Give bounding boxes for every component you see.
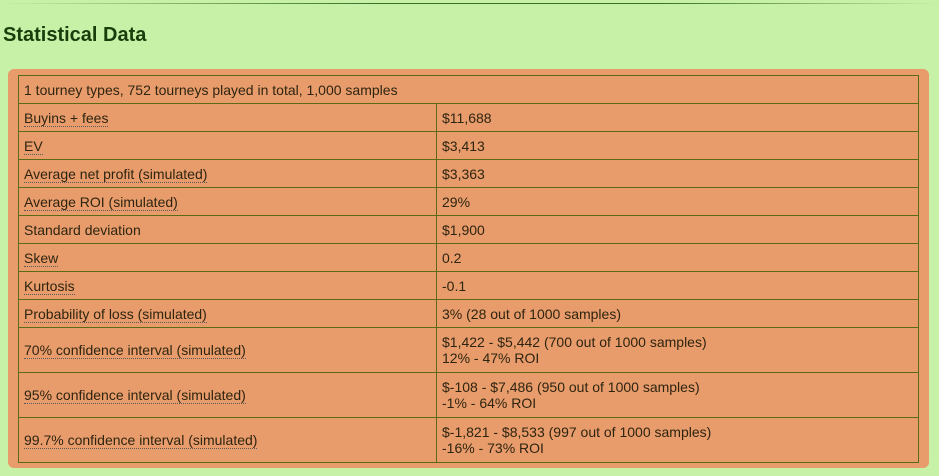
ci-70-roi: 12% - 47% ROI bbox=[442, 350, 540, 366]
table-row: Standard deviation $1,900 bbox=[18, 215, 919, 244]
row-value: $3,363 bbox=[436, 159, 919, 188]
row-label: 99.7% confidence interval (simulated) bbox=[18, 417, 437, 463]
row-value: 3% (28 out of 1000 samples) bbox=[436, 299, 919, 328]
row-value: 0.2 bbox=[436, 243, 919, 272]
row-label: Average net profit (simulated) bbox=[18, 159, 437, 188]
table-row: Probability of loss (simulated) 3% (28 o… bbox=[18, 299, 919, 328]
table-row: EV $3,413 bbox=[18, 131, 919, 160]
probability-of-loss-label: Probability of loss (simulated) bbox=[24, 305, 207, 323]
row-label: Probability of loss (simulated) bbox=[18, 299, 437, 328]
table-row: 95% confidence interval (simulated) $-10… bbox=[18, 372, 919, 418]
row-label: EV bbox=[18, 131, 437, 160]
table-row: Average net profit (simulated) $3,363 bbox=[18, 159, 919, 188]
row-label: Skew bbox=[18, 243, 437, 272]
top-divider bbox=[0, 3, 939, 4]
table-row-summary: 1 tourney types, 752 tourneys played in … bbox=[18, 75, 919, 104]
table-row: Average ROI (simulated) 29% bbox=[18, 187, 919, 216]
row-value: -0.1 bbox=[436, 271, 919, 300]
ev-label: EV bbox=[24, 137, 43, 155]
skew-label: Skew bbox=[24, 249, 59, 267]
row-value: $1,900 bbox=[436, 215, 919, 244]
row-label: 70% confidence interval (simulated) bbox=[18, 327, 437, 373]
row-value: $-1,821 - $8,533 (997 out of 1000 sample… bbox=[436, 417, 919, 463]
ci-95-label: 95% confidence interval (simulated) bbox=[24, 387, 246, 404]
table-row: Skew 0.2 bbox=[18, 243, 919, 272]
page-title: Statistical Data bbox=[3, 24, 147, 46]
table-row: Kurtosis -0.1 bbox=[18, 271, 919, 300]
ci-997-roi: -16% - 73% ROI bbox=[442, 440, 544, 456]
table-row: Buyins + fees $11,688 bbox=[18, 103, 919, 132]
table-row: 99.7% confidence interval (simulated) $-… bbox=[18, 417, 919, 463]
row-value: $1,422 - $5,442 (700 out of 1000 samples… bbox=[436, 327, 919, 373]
row-value: $11,688 bbox=[436, 103, 919, 132]
row-label: Average ROI (simulated) bbox=[18, 187, 437, 216]
avg-roi-label: Average ROI (simulated) bbox=[24, 193, 178, 211]
row-label: Buyins + fees bbox=[18, 103, 437, 132]
row-value: 29% bbox=[436, 187, 919, 216]
ci-95-value: $-108 - $7,486 (950 out of 1000 samples) bbox=[442, 379, 700, 395]
row-label: Kurtosis bbox=[18, 271, 437, 300]
row-label: Standard deviation bbox=[18, 215, 437, 244]
table-row: 70% confidence interval (simulated) $1,4… bbox=[18, 327, 919, 373]
ci-70-label: 70% confidence interval (simulated) bbox=[24, 342, 246, 359]
ci-997-label: 99.7% confidence interval (simulated) bbox=[24, 432, 258, 449]
kurtosis-label: Kurtosis bbox=[24, 277, 75, 295]
ci-997-value: $-1,821 - $8,533 (997 out of 1000 sample… bbox=[442, 424, 712, 440]
row-value: $3,413 bbox=[436, 131, 919, 160]
row-value: $-108 - $7,486 (950 out of 1000 samples)… bbox=[436, 372, 919, 418]
ci-70-value: $1,422 - $5,442 (700 out of 1000 samples… bbox=[442, 334, 707, 350]
summary-cell: 1 tourney types, 752 tourneys played in … bbox=[18, 75, 919, 104]
ci-95-roi: -1% - 64% ROI bbox=[442, 395, 537, 411]
avg-net-profit-label: Average net profit (simulated) bbox=[24, 165, 208, 183]
buyins-fees-label: Buyins + fees bbox=[24, 109, 109, 127]
row-label: 95% confidence interval (simulated) bbox=[18, 372, 437, 418]
stats-table: 1 tourney types, 752 tourneys played in … bbox=[18, 75, 919, 463]
